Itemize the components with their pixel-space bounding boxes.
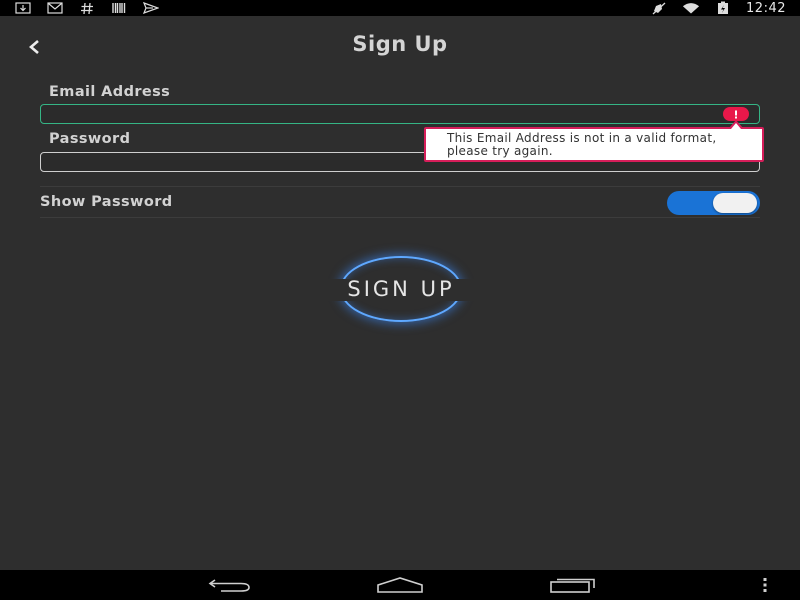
recent-apps-icon: [550, 578, 595, 593]
nav-back-button[interactable]: [206, 577, 254, 593]
page-title: Sign Up: [352, 32, 448, 56]
show-password-toggle[interactable]: [667, 191, 760, 215]
home-icon: [377, 577, 423, 593]
password-label: Password: [49, 131, 131, 147]
mute-icon: [650, 2, 668, 15]
divider: [40, 217, 760, 218]
error-tooltip-arrow-inner: [731, 123, 741, 129]
nav-recent-apps-button[interactable]: [549, 577, 597, 593]
email-label: Email Address: [49, 84, 171, 100]
nav-overflow-menu-button[interactable]: [756, 577, 774, 593]
status-right: 12:42: [650, 1, 786, 16]
status-left: [14, 2, 160, 15]
battery-charging-icon: [714, 1, 732, 15]
wifi-icon: [682, 2, 700, 15]
toggle-knob: [713, 193, 757, 213]
error-tooltip: This Email Address is not in a valid for…: [424, 127, 764, 162]
sign-up-button[interactable]: SIGN UP: [318, 253, 484, 325]
clock-time: 12:42: [746, 0, 786, 16]
download-icon: [14, 2, 32, 15]
gmail-icon: [46, 2, 64, 15]
divider: [40, 186, 760, 187]
error-message: This Email Address is not in a valid for…: [447, 131, 717, 158]
show-password-label: Show Password: [40, 194, 173, 210]
back-icon: [208, 579, 250, 592]
barcode-icon: [110, 2, 128, 15]
send-icon: [142, 2, 160, 15]
sign-up-label: SIGN UP: [347, 277, 455, 301]
nav-home-button[interactable]: [376, 577, 424, 593]
hash-icon: [78, 2, 96, 15]
navigation-bar: [0, 570, 800, 600]
header: Sign Up: [0, 16, 800, 76]
error-alert-icon[interactable]: [723, 107, 749, 121]
status-bar: 12:42: [0, 0, 800, 16]
overflow-menu-icon: [763, 578, 767, 592]
email-input[interactable]: [40, 104, 760, 124]
